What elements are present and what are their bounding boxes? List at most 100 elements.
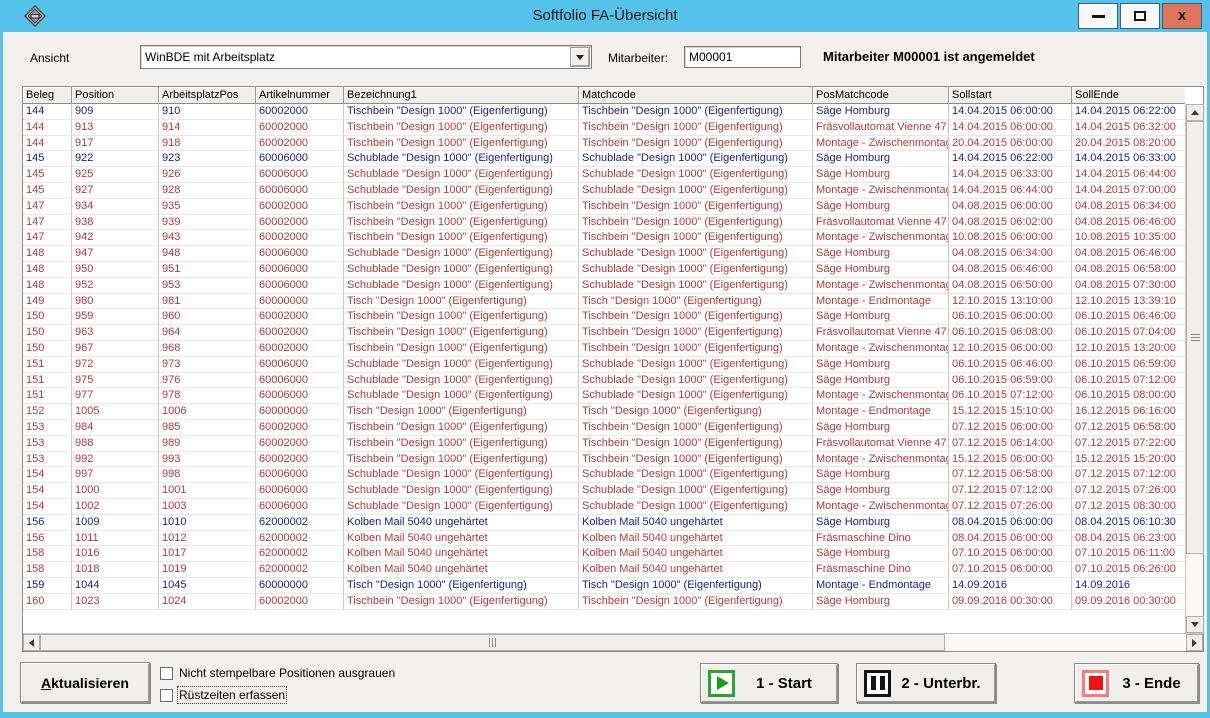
column-header-bezeichnung1[interactable]: Bezeichnung1 xyxy=(344,87,579,104)
table-row[interactable]: 15096796860002000Tischbein "Design 1000"… xyxy=(23,341,1185,357)
mitarbeiter-input[interactable] xyxy=(684,46,801,68)
table-row[interactable]: 1581016101762000002Kolben Mail 5040 unge… xyxy=(23,546,1185,562)
column-header-matchcode[interactable]: Matchcode xyxy=(579,87,813,104)
column-header-artikelnummer[interactable]: Artikelnummer xyxy=(256,87,344,104)
table-cell: 04.08.2015 06:46:00 xyxy=(1072,246,1185,262)
table-row[interactable]: 15197797860006000Schublade "Design 1000"… xyxy=(23,388,1185,404)
play-icon xyxy=(708,670,735,697)
table-row[interactable]: 1521005100660000000Tisch "Design 1000" (… xyxy=(23,404,1185,420)
table-row[interactable]: 1591044104560000000Tisch "Design 1000" (… xyxy=(23,578,1185,594)
table-cell: Säge Homburg xyxy=(813,151,949,167)
table-row[interactable]: 14793493560002000Tischbein "Design 1000"… xyxy=(23,199,1185,215)
column-header-posmatchcode[interactable]: PosMatchcode xyxy=(813,87,949,104)
table-row[interactable]: 15197597660006000Schublade "Design 1000"… xyxy=(23,373,1185,389)
table-cell: Säge Homburg xyxy=(813,515,949,531)
table-cell: Tischbein "Design 1000" (Eigenfertigung) xyxy=(579,136,813,152)
scroll-down-button[interactable] xyxy=(1186,616,1204,633)
table-row[interactable]: 14794294360002000Tischbein "Design 1000"… xyxy=(23,230,1185,246)
table-cell: Tisch "Design 1000" (Eigenfertigung) xyxy=(579,294,813,310)
table-cell: Kolben Mail 5040 ungehärtet xyxy=(579,546,813,562)
table-cell: 07.10.2015 06:00:00 xyxy=(949,562,1072,578)
table-row[interactable]: 15096396460002000Tischbein "Design 1000"… xyxy=(23,325,1185,341)
table-row[interactable]: 14894794860006000Schublade "Design 1000"… xyxy=(23,246,1185,262)
table-row[interactable]: 14793893960002000Tischbein "Design 1000"… xyxy=(23,215,1185,231)
table-row[interactable]: 14895095160006000Schublade "Design 1000"… xyxy=(23,262,1185,278)
column-header-position[interactable]: Position xyxy=(72,87,159,104)
table-row[interactable]: 14592292360006000Schublade "Design 1000"… xyxy=(23,151,1185,167)
close-button[interactable]: x xyxy=(1162,3,1202,29)
column-header-beleg[interactable]: Beleg xyxy=(23,87,72,104)
table-cell: 151 xyxy=(23,388,72,404)
table-cell: 977 xyxy=(72,388,159,404)
table-row[interactable]: 14998098160000000Tisch "Design 1000" (Ei… xyxy=(23,294,1185,310)
horizontal-scrollbar-thumb[interactable] xyxy=(40,634,945,651)
checkbox-icon[interactable] xyxy=(160,689,173,702)
table-cell: 07.12.2015 07:26:00 xyxy=(1072,483,1185,499)
table-cell: Montage - Zwischenmontage xyxy=(813,136,949,152)
table-cell: 12.10.2015 13:39:10 xyxy=(1072,294,1185,310)
table-cell: Tischbein "Design 1000" (Eigenfertigung) xyxy=(579,215,813,231)
table-cell: Tischbein "Design 1000" (Eigenfertigung) xyxy=(344,120,579,136)
vertical-scrollbar[interactable] xyxy=(1185,104,1203,633)
maximize-icon xyxy=(1134,11,1146,21)
column-header-arbeitsplatzpos[interactable]: ArbeitsplatzPos xyxy=(159,87,256,104)
table-cell: 07.12.2015 06:58:00 xyxy=(949,467,1072,483)
table-row[interactable]: 1541000100160006000Schublade "Design 100… xyxy=(23,483,1185,499)
minimize-button[interactable] xyxy=(1078,3,1118,29)
table-row[interactable]: 15197297360006000Schublade "Design 1000"… xyxy=(23,357,1185,373)
table-row[interactable]: 14490991060002000Tischbein "Design 1000"… xyxy=(23,104,1185,120)
table-row[interactable]: 1581018101962000002Kolben Mail 5040 unge… xyxy=(23,562,1185,578)
table-cell: 998 xyxy=(159,467,256,483)
table-cell: Schublade "Design 1000" (Eigenfertigung) xyxy=(579,262,813,278)
aktualisieren-button[interactable]: Aktualisieren xyxy=(20,662,150,703)
checkbox-ruestzeiten[interactable]: Rüstzeiten erfassen xyxy=(160,688,285,702)
horizontal-scrollbar[interactable] xyxy=(23,633,1203,651)
table-cell: 976 xyxy=(159,373,256,389)
table-row[interactable]: 15398898960002000Tischbein "Design 1000"… xyxy=(23,436,1185,452)
table-row[interactable]: 15398498560002000Tischbein "Design 1000"… xyxy=(23,420,1185,436)
ansicht-combobox[interactable]: WinBDE mit Arbeitsplatz xyxy=(140,45,592,69)
vertical-scrollbar-thumb[interactable] xyxy=(1186,121,1204,554)
table-cell: Säge Homburg xyxy=(813,594,949,610)
table-cell: Säge Homburg xyxy=(813,167,949,183)
checkbox-nicht-stempelbare[interactable]: Nicht stempelbare Positionen ausgrauen xyxy=(160,666,395,680)
table-cell: 147 xyxy=(23,230,72,246)
maximize-button[interactable] xyxy=(1120,3,1160,29)
table-cell: 144 xyxy=(23,120,72,136)
table-cell: 1016 xyxy=(72,546,159,562)
combobox-dropdown-button[interactable] xyxy=(570,47,590,67)
table-cell: 144 xyxy=(23,104,72,120)
scroll-right-button[interactable] xyxy=(1186,634,1203,651)
table-cell: 975 xyxy=(72,373,159,389)
scroll-up-button[interactable] xyxy=(1186,104,1204,121)
table-row[interactable]: 14491791860002000Tischbein "Design 1000"… xyxy=(23,136,1185,152)
table-row[interactable]: 15095996060002000Tischbein "Design 1000"… xyxy=(23,309,1185,325)
table-row[interactable]: 14895295360006000Schublade "Design 1000"… xyxy=(23,278,1185,294)
table-cell: 145 xyxy=(23,183,72,199)
table-row[interactable]: 14592792860006000Schublade "Design 1000"… xyxy=(23,183,1185,199)
table-row[interactable]: 14592592660006000Schublade "Design 1000"… xyxy=(23,167,1185,183)
stop-icon xyxy=(1082,670,1109,697)
checkbox-icon[interactable] xyxy=(160,667,173,680)
table-row[interactable]: 1601023102460002000Tischbein "Design 100… xyxy=(23,594,1185,610)
column-header-sollstart[interactable]: Sollstart xyxy=(949,87,1072,104)
table-row[interactable]: 1561009101062000002Kolben Mail 5040 unge… xyxy=(23,515,1185,531)
title-bar[interactable]: Softfolio FA-Übersicht x xyxy=(0,0,1210,32)
table-row[interactable]: 1541002100360006000Schublade "Design 100… xyxy=(23,499,1185,515)
table-row[interactable]: 15499799860006000Schublade "Design 1000"… xyxy=(23,467,1185,483)
ende-button[interactable]: 3 - Ende xyxy=(1074,663,1199,703)
client-area: Ansicht WinBDE mit Arbeitsplatz Mitarbei… xyxy=(3,32,1207,712)
table-row[interactable]: 15399299360002000Tischbein "Design 1000"… xyxy=(23,452,1185,468)
table-cell: 07.10.2015 06:11:00 xyxy=(1072,546,1185,562)
scroll-left-button[interactable] xyxy=(23,634,40,651)
table-cell: 1010 xyxy=(159,515,256,531)
table-cell: 989 xyxy=(159,436,256,452)
table-cell: 07.12.2015 07:12:00 xyxy=(949,483,1072,499)
table-cell: 06.10.2015 06:59:00 xyxy=(949,373,1072,389)
column-header-sollende[interactable]: SollEnde xyxy=(1072,87,1185,104)
table-row[interactable]: 1561011101262000002Kolben Mail 5040 unge… xyxy=(23,531,1185,547)
start-button[interactable]: 1 - Start xyxy=(700,663,838,703)
table-cell: 60006000 xyxy=(256,483,344,499)
unterbrechen-button[interactable]: 2 - Unterbr. xyxy=(856,663,996,703)
table-row[interactable]: 14491391460002000Tischbein "Design 1000"… xyxy=(23,120,1185,136)
